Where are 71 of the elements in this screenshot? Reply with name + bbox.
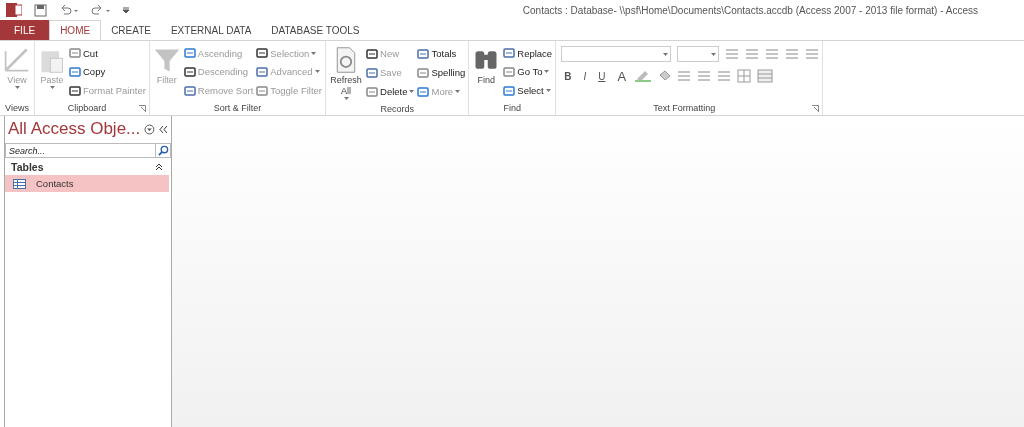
redo-icon[interactable]: [91, 4, 111, 16]
align-center-icon[interactable]: [697, 70, 712, 82]
command-icon: [183, 84, 196, 97]
ribbon-tab[interactable]: DATABASE TOOLS: [261, 20, 370, 40]
dropdown-circle-icon[interactable]: [144, 123, 156, 135]
ribbon-tab[interactable]: FILE: [0, 20, 50, 40]
ribbon-button[interactable]: Totals: [417, 47, 466, 60]
font-style-button[interactable]: U: [595, 70, 609, 82]
save-icon[interactable]: [34, 3, 47, 17]
command-icon: [503, 66, 516, 78]
search-icon: [157, 145, 169, 156]
ribbon-button[interactable]: Cut: [69, 47, 146, 60]
caret-icon: [711, 52, 717, 56]
highlight-icon[interactable]: [635, 70, 652, 82]
command-icon: [183, 66, 196, 78]
font-style-button[interactable]: B: [561, 70, 575, 82]
ribbon-button[interactable]: Delete: [366, 85, 415, 98]
row-color-icon[interactable]: [757, 69, 774, 83]
ribbon-tab[interactable]: CREATE: [101, 20, 161, 40]
window-title: Contacts : Database- \\psf\Home\Documents\Contacts.accdb (Access 2007 - 2013 file format) - Access: [522, 4, 978, 16]
command-icon: [417, 85, 430, 98]
gridlines-icon[interactable]: [737, 69, 752, 83]
ribbon-button[interactable]: Replace: [503, 47, 553, 60]
group-label: Text Formatting: [652, 102, 717, 115]
search-field[interactable]: Search...: [5, 143, 156, 158]
command-icon: [69, 47, 81, 60]
command-icon: [503, 47, 516, 60]
ribbon-button[interactable]: Find: [472, 43, 501, 101]
font-style-button[interactable]: I: [580, 70, 590, 82]
section-header[interactable]: Tables: [11, 161, 44, 173]
command-icon: [366, 47, 378, 60]
command-icon: [256, 47, 269, 60]
command-icon: [183, 47, 196, 60]
pane-title: All Access Obje...: [8, 119, 141, 139]
command-icon: [256, 84, 269, 97]
command-icon: [503, 84, 516, 97]
command-icon: [69, 66, 81, 78]
ribbon-button[interactable]: Copy: [69, 66, 146, 78]
undo-icon[interactable]: [59, 4, 79, 16]
table-item[interactable]: Contacts: [5, 175, 169, 192]
align-left-icon[interactable]: [677, 70, 692, 82]
command-icon: [417, 47, 430, 60]
dialog-launcher-icon[interactable]: [138, 104, 146, 112]
group-label: Views: [4, 102, 30, 115]
ribbon-button[interactable]: Select: [503, 84, 553, 97]
font-size-field[interactable]: [677, 46, 720, 62]
command-icon: [69, 84, 81, 97]
ribbon-button[interactable]: Refresh All: [329, 43, 363, 102]
group-label: Records: [379, 103, 415, 116]
group-label: Clipboard: [66, 102, 108, 115]
align-right-icon[interactable]: [717, 70, 732, 82]
table-icon: [13, 178, 26, 189]
app-logo-icon: [6, 2, 22, 18]
customize-menu-icon[interactable]: [123, 7, 129, 13]
font-name-field[interactable]: [561, 46, 672, 62]
ribbon-tab[interactable]: EXTERNAL DATA: [160, 20, 262, 40]
collapse-icon[interactable]: [155, 163, 163, 171]
search-button[interactable]: [156, 143, 171, 158]
ribbon-button[interactable]: Go To: [503, 66, 553, 78]
ribbon-button[interactable]: Spelling: [417, 66, 466, 79]
group-label: Find: [502, 102, 522, 115]
command-icon: [417, 66, 430, 79]
command-icon: [366, 85, 378, 98]
command-icon: [366, 66, 378, 79]
collapse-pane-icon[interactable]: [159, 124, 168, 134]
caret-icon: [663, 52, 669, 56]
font-color-button[interactable]: A: [614, 68, 630, 84]
dialog-launcher-icon[interactable]: [812, 104, 820, 112]
group-label: Sort & Filter: [212, 102, 263, 115]
command-icon: [256, 66, 269, 78]
ribbon-tab[interactable]: HOME: [49, 20, 102, 40]
